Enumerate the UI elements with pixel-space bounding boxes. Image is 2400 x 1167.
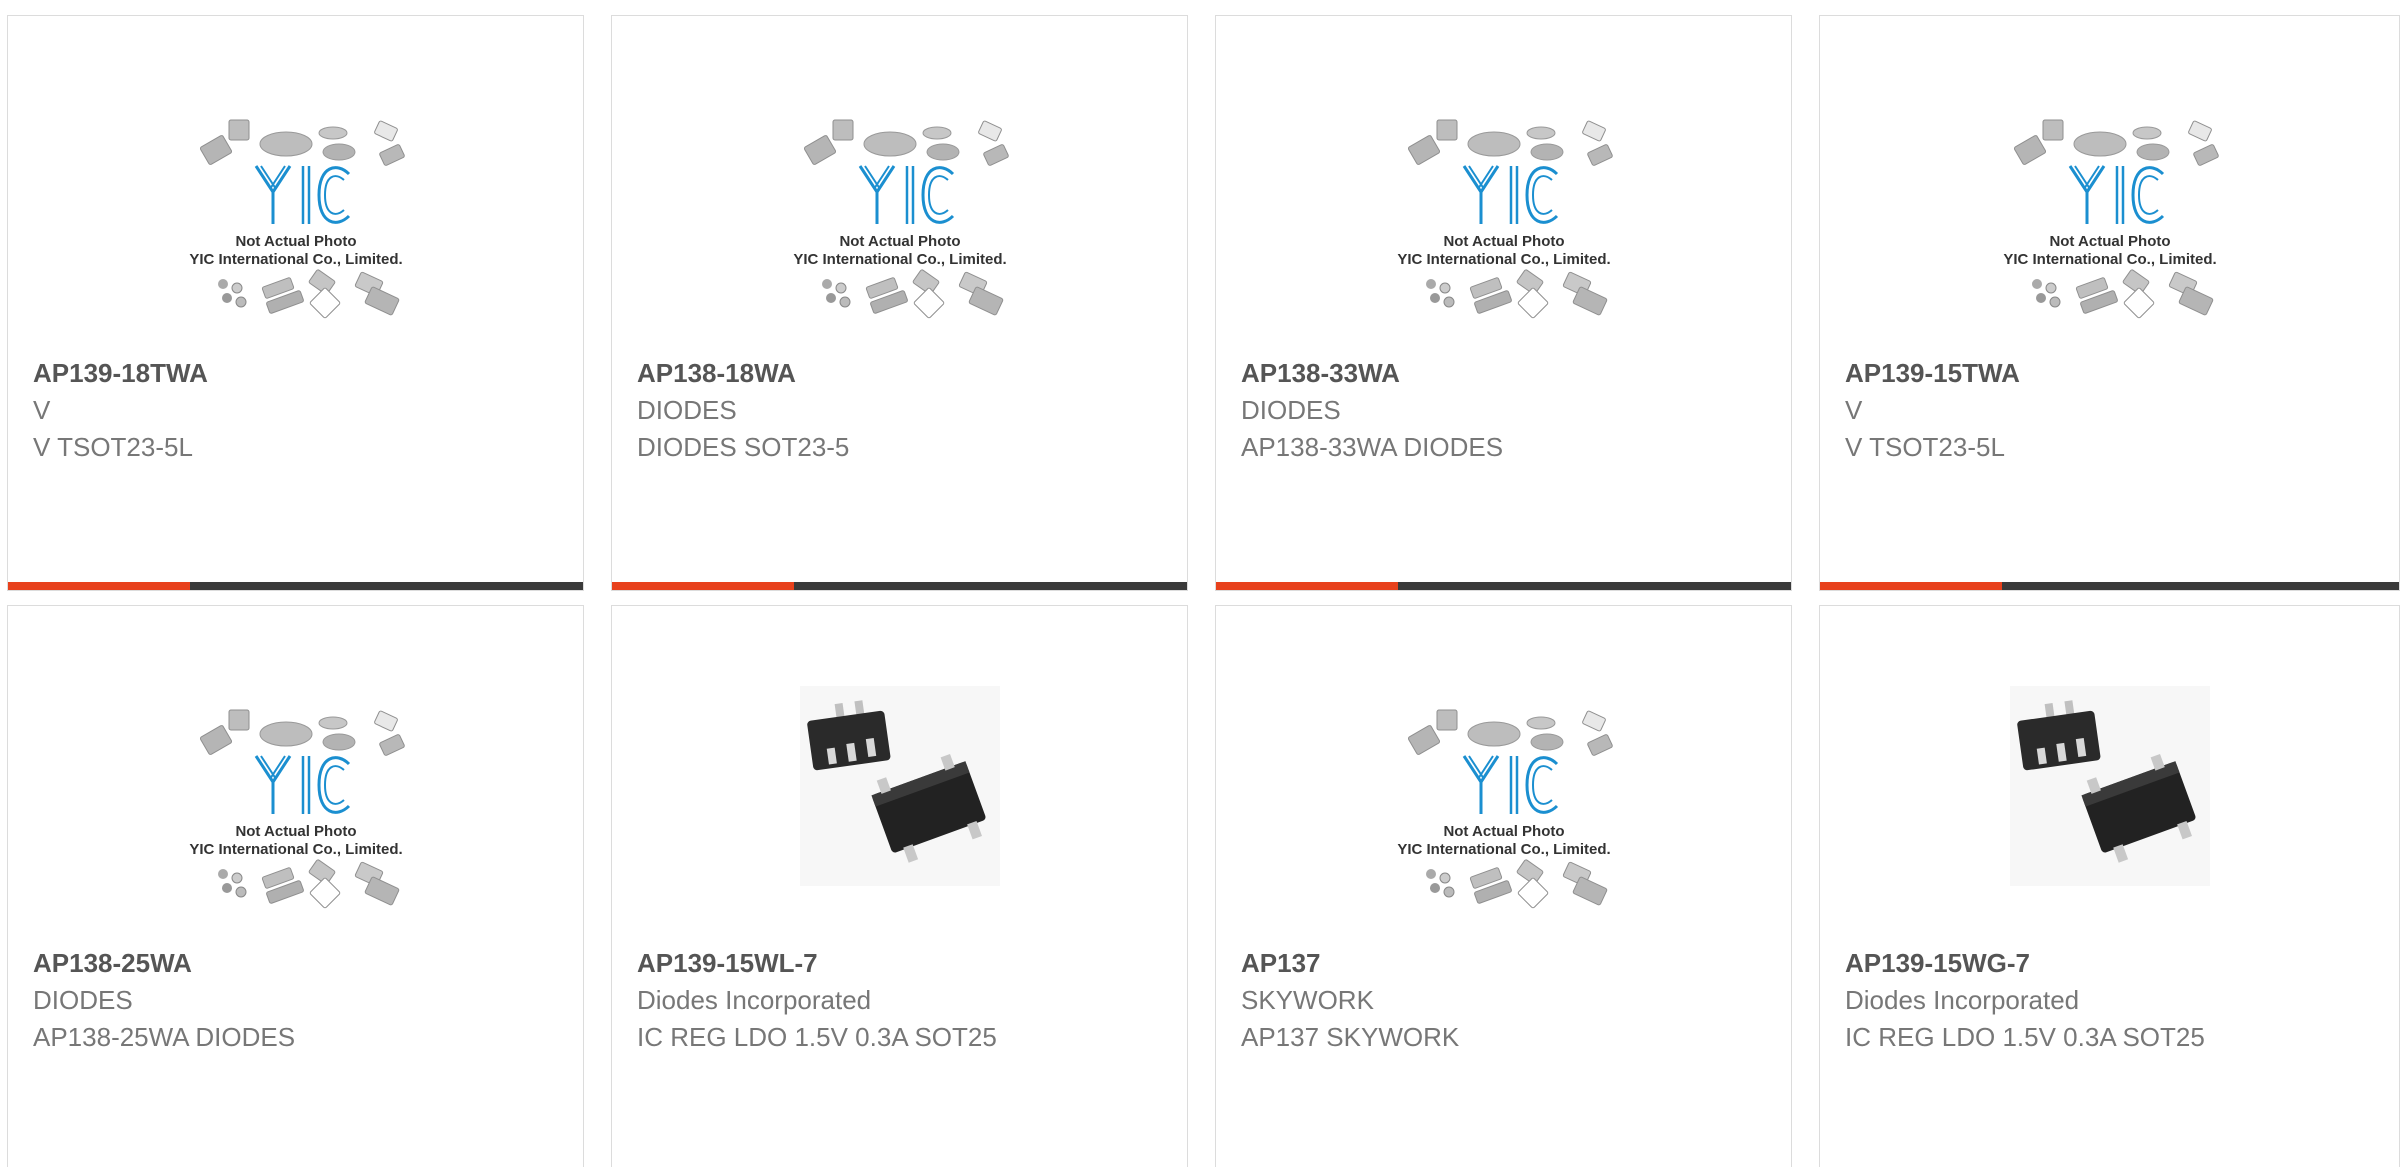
yic-placeholder-image: Not Actual PhotoYIC International Co., L… <box>1397 119 1613 319</box>
placeholder-caption: Not Actual Photo <box>235 233 356 250</box>
card-hover-bar <box>1216 582 1791 590</box>
manufacturer: V <box>1845 395 1863 425</box>
description: DIODES SOT23-5 <box>637 432 850 462</box>
placeholder-caption: Not Actual Photo <box>839 233 960 250</box>
part-number[interactable]: AP138-18WA <box>637 355 1177 392</box>
product-image[interactable] <box>612 686 1187 956</box>
product-image[interactable]: Not Actual Photo YIC International Co., L… <box>8 96 583 366</box>
placeholder-caption: YIC International Co., Limited. <box>1397 841 1610 858</box>
part-number[interactable]: AP139-15WL-7 <box>637 945 1177 982</box>
placeholder-caption: YIC International Co., Limited. <box>1397 251 1610 268</box>
product-card[interactable]: Not Actual Photo YIC International Co., L… <box>1819 15 2400 591</box>
product-grid: Not Actual Photo YIC International Co., L… <box>0 0 2400 1167</box>
product-image[interactable]: Not Actual Photo YIC International Co., L… <box>612 96 1187 366</box>
manufacturer: Diodes Incorporated <box>637 985 872 1015</box>
description: V TSOT23-5L <box>33 432 193 462</box>
placeholder-caption: Not Actual Photo <box>235 823 356 840</box>
yic-placeholder-image: Not Actual PhotoYIC International Co., L… <box>1397 709 1613 909</box>
description: IC REG LDO 1.5V 0.3A SOT25 <box>1845 1022 2205 1052</box>
part-number[interactable]: AP138-33WA <box>1241 355 1781 392</box>
placeholder-caption: YIC International Co., Limited. <box>793 251 1006 268</box>
sot25-package-photo <box>799 686 1000 886</box>
card-hover-bar-accent <box>8 582 190 590</box>
part-number[interactable]: AP139-15TWA <box>1845 355 2389 392</box>
yic-placeholder-image: Not Actual PhotoYIC International Co., L… <box>793 119 1009 319</box>
placeholder-caption: YIC International Co., Limited. <box>189 251 402 268</box>
card-hover-bar <box>8 582 583 590</box>
product-card[interactable]: Not Actual Photo YIC International Co., L… <box>1215 605 1792 1167</box>
part-number[interactable]: AP137 <box>1241 945 1781 982</box>
part-number[interactable]: AP139-18TWA <box>33 355 573 392</box>
part-number[interactable]: AP139-15WG-7 <box>1845 945 2389 982</box>
card-hover-bar <box>1820 582 2399 590</box>
description: V TSOT23-5L <box>1845 432 2005 462</box>
manufacturer: DIODES <box>33 985 133 1015</box>
description: AP138-33WA DIODES <box>1241 432 1504 462</box>
card-hover-bar-accent <box>1820 582 2002 590</box>
card-hover-bar-accent <box>1216 582 1398 590</box>
yic-placeholder-image: Not Actual PhotoYIC International Co., L… <box>189 709 405 909</box>
product-image[interactable]: Not Actual Photo YIC International Co., L… <box>1820 96 2399 366</box>
product-card[interactable]: Not Actual Photo YIC International Co., L… <box>1215 15 1792 591</box>
placeholder-caption: Not Actual Photo <box>1443 823 1564 840</box>
placeholder-caption: YIC International Co., Limited. <box>189 841 402 858</box>
card-hover-bar-accent <box>612 582 794 590</box>
product-card[interactable]: Not Actual Photo YIC International Co., L… <box>7 15 584 591</box>
card-hover-bar <box>612 582 1187 590</box>
product-card[interactable]: Not Actual Photo YIC International Co., L… <box>7 605 584 1167</box>
placeholder-caption: Not Actual Photo <box>2049 233 2170 250</box>
product-card[interactable]: AP139-15WG-7 Diodes Incorporated IC REG … <box>1819 605 2400 1167</box>
sot25-package-photo <box>2009 686 2210 886</box>
product-card[interactable]: AP139-15WL-7 Diodes Incorporated IC REG … <box>611 605 1188 1167</box>
manufacturer: DIODES <box>1241 395 1341 425</box>
description: IC REG LDO 1.5V 0.3A SOT25 <box>637 1022 997 1052</box>
product-card[interactable]: Not Actual Photo YIC International Co., L… <box>611 15 1188 591</box>
product-image[interactable] <box>1820 686 2399 956</box>
manufacturer: V <box>33 395 51 425</box>
placeholder-caption: Not Actual Photo <box>1443 233 1564 250</box>
product-image[interactable]: Not Actual Photo YIC International Co., L… <box>1216 96 1791 366</box>
yic-placeholder-image: Not Actual PhotoYIC International Co., L… <box>189 119 405 319</box>
part-number[interactable]: AP138-25WA <box>33 945 573 982</box>
yic-placeholder-image: Not Actual PhotoYIC International Co., L… <box>2003 119 2219 319</box>
manufacturer: DIODES <box>637 395 737 425</box>
manufacturer: SKYWORK <box>1241 985 1374 1015</box>
manufacturer: Diodes Incorporated <box>1845 985 2080 1015</box>
product-image[interactable]: Not Actual Photo YIC International Co., L… <box>8 686 583 956</box>
description: AP138-25WA DIODES <box>33 1022 296 1052</box>
product-image[interactable]: Not Actual Photo YIC International Co., L… <box>1216 686 1791 956</box>
placeholder-caption: YIC International Co., Limited. <box>2003 251 2216 268</box>
description: AP137 SKYWORK <box>1241 1022 1460 1052</box>
